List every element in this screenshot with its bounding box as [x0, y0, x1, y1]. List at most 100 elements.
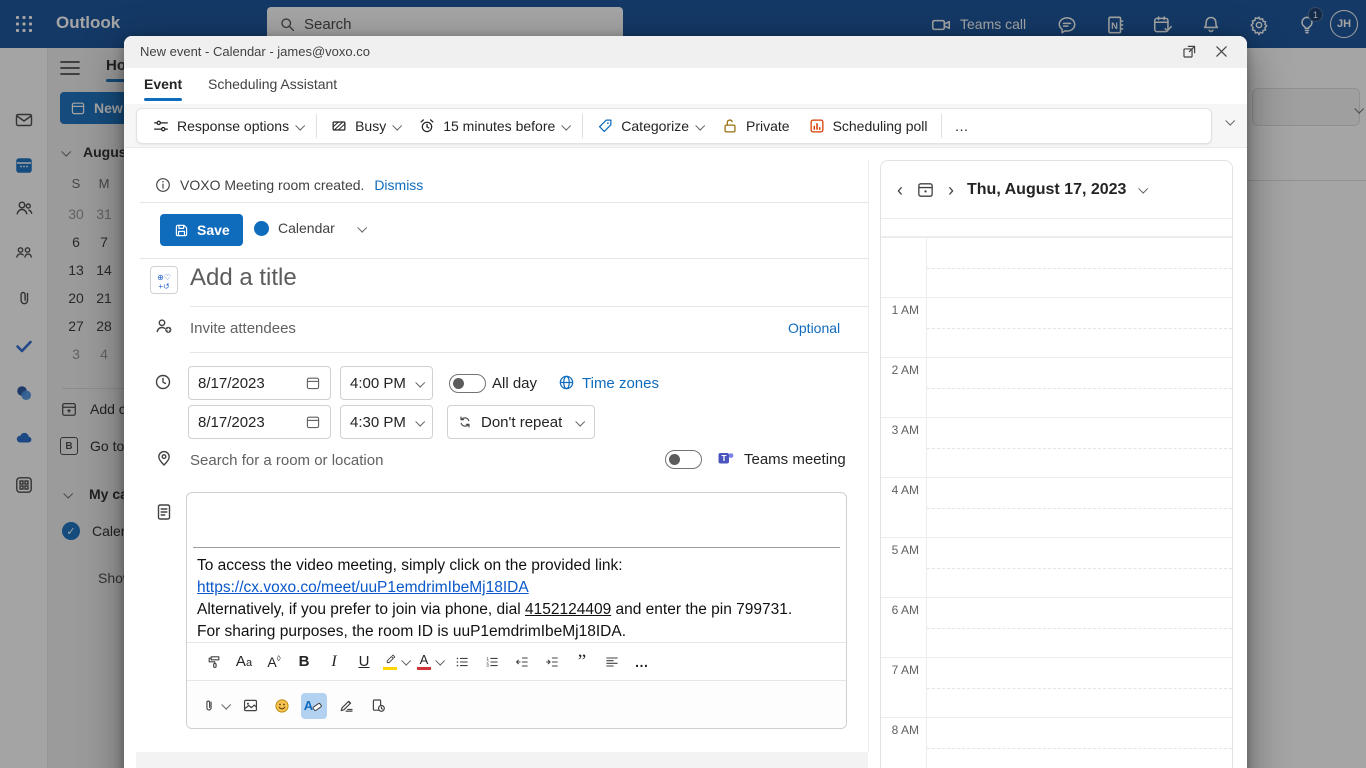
calendar-picker-icon [305, 375, 321, 391]
teams-meeting-toggle[interactable] [665, 450, 702, 469]
ribbon-label: Busy [355, 118, 387, 134]
time-slot[interactable]: 2 AM [881, 357, 1232, 417]
time-slot[interactable]: 8 AM [881, 717, 1232, 768]
time-slot[interactable]: 4 AM [881, 477, 1232, 537]
chevron-down-icon [415, 416, 426, 427]
calendar-picker-icon [305, 414, 321, 430]
previous-day-icon[interactable]: ‹ [897, 181, 903, 199]
dial-in-number[interactable]: 4152124409 [525, 601, 611, 618]
format-align-left[interactable] [599, 649, 625, 675]
sliders-icon [152, 117, 170, 135]
half-hour-line [927, 688, 1232, 689]
hour-label: 4 AM [891, 483, 919, 497]
ribbon-label: Scheduling poll [832, 118, 928, 134]
time-slot[interactable]: 1 AM [881, 297, 1232, 357]
dialog-titlebar[interactable]: New event - Calendar - james@voxo.co [124, 36, 1247, 68]
editor-empty-area[interactable] [187, 493, 846, 547]
event-charm-picker[interactable]: ⊕♡ +↺ [150, 266, 178, 294]
hour-label: 6 AM [891, 603, 919, 617]
ribbon-label: Private [745, 118, 790, 134]
end-date-input[interactable]: 8/17/2023 [188, 405, 331, 439]
ribbon-collapse-icon[interactable] [1225, 115, 1236, 126]
body-room-id-line: For sharing purposes, the room ID is uuP… [197, 623, 627, 640]
info-icon [154, 176, 172, 194]
meeting-link[interactable]: https://cx.voxo.co/meet/uuP1emdrimIbeMj1… [197, 579, 529, 596]
ribbon-label: Response options [177, 118, 290, 134]
format-font-size[interactable]: A◊ [261, 649, 287, 675]
alarm-icon [418, 117, 436, 135]
format-bold[interactable]: B [291, 649, 317, 675]
format-numbered-list[interactable]: 123 [479, 649, 505, 675]
dialog-tabs: Event Scheduling Assistant [124, 68, 1247, 104]
ribbon-scheduling-poll[interactable]: Scheduling poll [799, 112, 937, 140]
hour-label: 1 AM [891, 303, 919, 317]
format-outdent[interactable] [509, 649, 535, 675]
hour-label: 8 AM [891, 723, 919, 737]
format-more-formatting[interactable]: … [629, 649, 655, 675]
time-slot[interactable]: 6 AM [881, 597, 1232, 657]
half-hour-line [927, 628, 1232, 629]
format-bullet-list[interactable] [449, 649, 475, 675]
insert-clear-formatting[interactable]: A [301, 692, 327, 719]
chevron-down-icon [295, 120, 306, 131]
editor-body-text[interactable]: To access the video meeting, simply clic… [187, 548, 846, 643]
ribbon-private[interactable]: Private [712, 112, 799, 140]
lock-open-icon [721, 117, 739, 135]
chevron-down-icon [1138, 183, 1149, 194]
clock-icon [153, 372, 173, 392]
event-body-editor[interactable]: To access the video meeting, simply clic… [186, 492, 847, 729]
ribbon-response-options[interactable]: Response options [143, 112, 312, 140]
popout-icon[interactable] [1181, 43, 1199, 61]
format-font[interactable]: Aa [231, 649, 257, 675]
ribbon-categorize[interactable]: Categorize [587, 112, 712, 140]
formatting-toolbar: Aa A◊ B I U A 1 2 3 ” … [187, 642, 846, 680]
time-slot[interactable] [881, 237, 1232, 297]
all-day-toggle[interactable] [449, 374, 486, 393]
end-time-select[interactable]: 4:30 PM [340, 405, 433, 439]
ribbon-reminder[interactable]: 15 minutes before [409, 112, 578, 140]
insert-draw[interactable] [333, 693, 359, 719]
location-input[interactable]: Search for a room or location [190, 452, 383, 469]
format-highlight[interactable] [381, 649, 412, 675]
ribbon-label: 15 minutes before [443, 118, 556, 134]
calendar-selector-label: Calendar [278, 220, 335, 236]
close-icon[interactable] [1213, 43, 1231, 61]
insert-insert-image[interactable] [237, 693, 263, 719]
insert-loop-component[interactable] [365, 693, 391, 719]
repeat-select[interactable]: Don't repeat [447, 405, 595, 439]
save-label: Save [197, 222, 230, 238]
day-panel-date[interactable]: Thu, August 17, 2023 [967, 181, 1126, 199]
time-slot[interactable]: 3 AM [881, 417, 1232, 477]
tab-scheduling-assistant[interactable]: Scheduling Assistant [208, 76, 337, 92]
insert-insert-emoji[interactable] [269, 693, 295, 719]
invite-attendees-input[interactable]: Invite attendees [190, 320, 296, 337]
tab-event[interactable]: Event [144, 76, 182, 92]
time-zones-link[interactable]: Time zones [582, 375, 659, 392]
all-day-events-row[interactable] [881, 219, 1232, 237]
format-font-color[interactable]: A [415, 649, 446, 675]
event-title-input[interactable]: Add a title [190, 264, 297, 292]
body-intro-line: To access the video meeting, simply clic… [197, 557, 623, 574]
start-date-input[interactable]: 8/17/2023 [188, 366, 331, 400]
format-underline[interactable]: U [351, 649, 377, 675]
format-indent[interactable] [539, 649, 565, 675]
time-slot[interactable]: 7 AM [881, 657, 1232, 717]
insert-attach-file[interactable] [199, 693, 232, 719]
half-hour-line [927, 328, 1232, 329]
optional-link[interactable]: Optional [788, 320, 840, 336]
ribbon-show-as-busy[interactable]: Busy [321, 112, 409, 140]
time-slot[interactable]: 5 AM [881, 537, 1232, 597]
ribbon-label: … [954, 118, 969, 134]
format-italic[interactable]: I [321, 649, 347, 675]
save-button[interactable]: Save [160, 214, 243, 246]
next-day-icon[interactable]: › [948, 181, 954, 199]
start-time-select[interactable]: 4:00 PM [340, 366, 433, 400]
ribbon-more-options[interactable]: … [946, 112, 978, 140]
format-quote[interactable]: ” [569, 649, 595, 675]
dismiss-link[interactable]: Dismiss [374, 177, 423, 193]
jump-to-date-icon[interactable] [916, 180, 935, 199]
teams-meeting-label: Teams meeting [744, 451, 846, 468]
calendar-selector[interactable]: Calendar [254, 220, 367, 236]
active-tab-underline [144, 98, 182, 101]
format-format-painter[interactable] [201, 649, 227, 675]
